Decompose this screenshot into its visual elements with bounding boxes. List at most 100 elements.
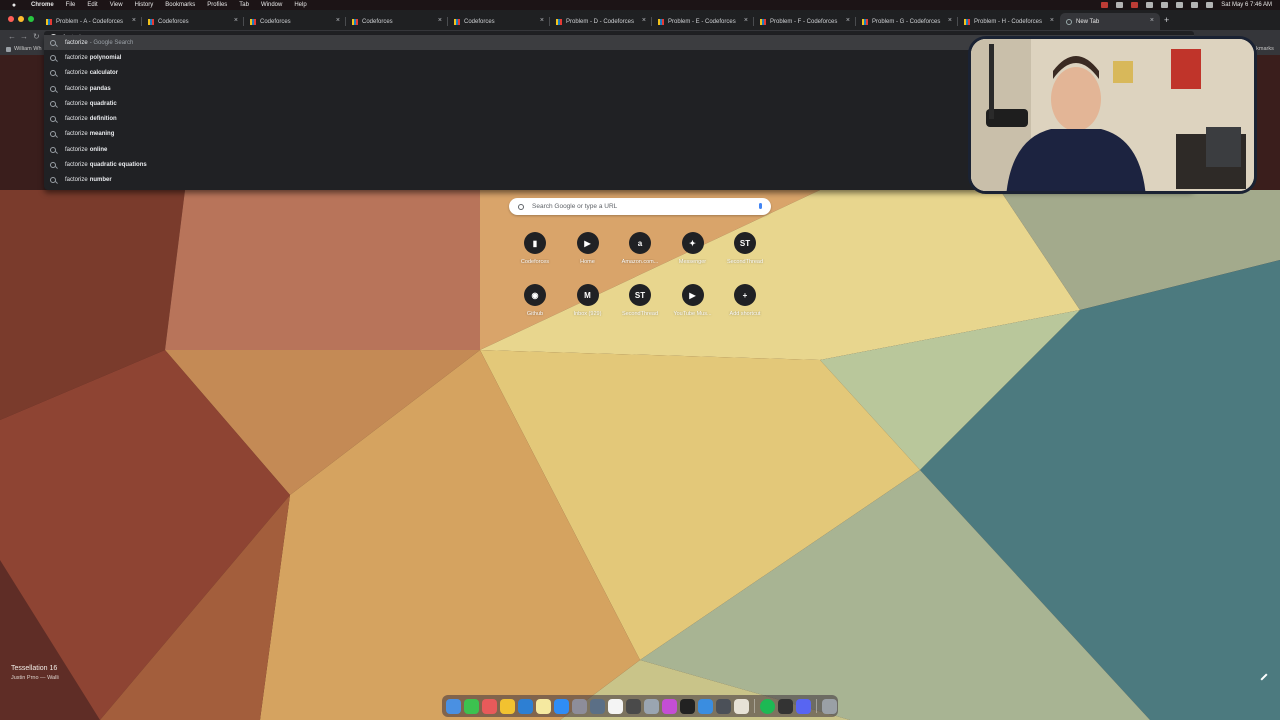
forward-arrow-icon[interactable]: → xyxy=(20,32,28,41)
tab-new-tab[interactable]: New Tab × xyxy=(1060,13,1160,30)
shortcut-tile[interactable]: a Amazon.com... xyxy=(614,232,666,265)
finder-icon[interactable] xyxy=(446,698,461,714)
control-center-icon[interactable] xyxy=(1206,2,1214,8)
suggestion-completion: quadratic equations xyxy=(89,162,147,169)
preview-icon[interactable] xyxy=(734,698,749,714)
ntp-search-placeholder: Search Google or type a URL xyxy=(532,203,618,210)
shortcut-tile[interactable]: M Inbox (929) xyxy=(562,284,614,317)
reload-icon[interactable]: ↻ xyxy=(33,32,40,41)
shortcut-tile[interactable]: ST SecondThread xyxy=(614,284,666,317)
close-tab-icon[interactable]: × xyxy=(1050,17,1054,24)
close-tab-icon[interactable]: × xyxy=(642,17,646,24)
menu-tab[interactable]: Tab xyxy=(239,2,249,8)
menu-edit[interactable]: Edit xyxy=(87,2,97,8)
close-tab-icon[interactable]: × xyxy=(234,17,238,24)
menu-view[interactable]: View xyxy=(110,2,123,8)
shortcut-icon: M xyxy=(576,284,599,306)
messages-icon[interactable] xyxy=(464,698,479,714)
tab-problem-e[interactable]: Problem - E - Codeforces × xyxy=(652,13,754,30)
shortcut-tile[interactable]: ◉ Github xyxy=(509,284,561,317)
shortcut-tile[interactable]: ✦ Messenger xyxy=(667,232,719,265)
zoom-window-button[interactable] xyxy=(28,16,34,22)
notes-icon[interactable] xyxy=(536,698,551,714)
calendar-icon[interactable] xyxy=(608,698,623,714)
close-window-button[interactable] xyxy=(8,16,14,22)
discord-icon[interactable] xyxy=(796,698,811,714)
bookmark-item[interactable]: William Wh xyxy=(6,46,42,52)
shortcut-tile[interactable]: ▶ YouTube Mus... xyxy=(667,284,719,317)
suggestion-completion: calculator xyxy=(89,70,119,77)
suggestion-prefix: factorize xyxy=(65,70,88,77)
tab-codeforces-4[interactable]: Codeforces × xyxy=(448,13,550,30)
terminal-icon[interactable] xyxy=(680,698,695,714)
shortcut-icon: ST xyxy=(734,232,756,254)
tab-problem-f[interactable]: Problem - F - Codeforces × xyxy=(754,13,856,30)
minimize-window-button[interactable] xyxy=(18,16,24,22)
tab-codeforces-3[interactable]: Codeforces × xyxy=(346,13,448,30)
close-tab-icon[interactable]: × xyxy=(744,17,748,24)
tab-strip: Problem - A - Codeforces × Codeforces × … xyxy=(0,10,1280,30)
close-tab-icon[interactable]: × xyxy=(540,17,544,24)
tab-problem-g[interactable]: Problem - G - Codeforces × xyxy=(856,13,958,30)
close-tab-icon[interactable]: × xyxy=(132,17,136,24)
ntp-search-box[interactable]: Search Google or type a URL xyxy=(509,198,771,215)
tab-title: Codeforces xyxy=(260,18,291,25)
wallpaper-author: Justin Prno — Walli xyxy=(11,675,59,681)
menu-help[interactable]: Help xyxy=(294,2,306,8)
docker-icon[interactable] xyxy=(698,698,713,714)
search-icon xyxy=(50,131,56,138)
system-settings-icon[interactable] xyxy=(590,698,605,714)
microphone-icon[interactable] xyxy=(759,203,762,209)
add-shortcut-button[interactable]: + Add shortcut xyxy=(719,284,771,317)
wifi-icon[interactable] xyxy=(1176,2,1184,8)
search-icon[interactable] xyxy=(1191,2,1199,8)
suggestion-prefix: factorize xyxy=(65,39,88,46)
obs-icon[interactable] xyxy=(644,698,659,714)
xcode-icon[interactable] xyxy=(778,698,793,714)
menu-bookmarks[interactable]: Bookmarks xyxy=(165,2,195,8)
close-tab-icon[interactable]: × xyxy=(336,17,340,24)
close-tab-icon[interactable]: × xyxy=(846,17,850,24)
menu-profiles[interactable]: Profiles xyxy=(207,2,227,8)
dropbox-icon[interactable] xyxy=(1116,2,1124,8)
spotify-icon[interactable] xyxy=(760,698,775,714)
vscode-icon[interactable] xyxy=(518,698,533,714)
shortcut-tile[interactable]: ▮ Codeforces xyxy=(509,232,561,265)
app-store-icon[interactable] xyxy=(554,698,569,714)
close-tab-icon[interactable]: × xyxy=(438,17,442,24)
menu-chrome[interactable]: Chrome xyxy=(31,2,54,8)
bluetooth-icon[interactable] xyxy=(1161,2,1169,8)
codeforces-icon xyxy=(352,18,358,25)
apple-icon[interactable]: ● xyxy=(9,2,19,9)
safari-icon[interactable] xyxy=(662,698,677,714)
search-icon xyxy=(518,203,524,210)
suggestion-completion: pandas xyxy=(89,85,111,92)
activity-monitor-icon[interactable] xyxy=(716,698,731,714)
menu-window[interactable]: Window xyxy=(261,2,282,8)
photo-booth-icon[interactable] xyxy=(482,698,497,714)
close-tab-icon[interactable]: × xyxy=(948,17,952,24)
chrome-icon[interactable] xyxy=(500,698,515,714)
menu-history[interactable]: History xyxy=(135,2,154,8)
new-tab-plus-icon[interactable]: + xyxy=(1164,15,1169,25)
back-arrow-icon[interactable]: ← xyxy=(8,32,16,41)
tab-problem-d[interactable]: Problem - D - Codeforces × xyxy=(550,13,652,30)
shortcut-tile[interactable]: ▶ Home xyxy=(562,232,614,265)
final-cut-icon[interactable] xyxy=(626,698,641,714)
codeforces-icon xyxy=(556,18,562,25)
battery-icon[interactable] xyxy=(1146,2,1154,8)
trash-icon[interactable] xyxy=(822,698,837,714)
tab-problem-h[interactable]: Problem - H - Codeforces × xyxy=(958,13,1060,30)
keyboard-icon[interactable] xyxy=(572,698,587,714)
notification-icon[interactable] xyxy=(1131,2,1139,8)
close-tab-icon[interactable]: × xyxy=(1150,17,1154,24)
menu-file[interactable]: File xyxy=(66,2,76,8)
tab-problem-a[interactable]: Problem - A - Codeforces × xyxy=(40,13,142,30)
shortcut-tile[interactable]: ST SecondThread xyxy=(719,232,771,265)
shortcut-label: SecondThread xyxy=(621,311,659,317)
tab-codeforces-2[interactable]: Codeforces × xyxy=(244,13,346,30)
suggestion-prefix: factorize xyxy=(65,100,88,107)
menu-bar-clock[interactable]: Sat May 6 7:46 AM xyxy=(1221,2,1272,8)
tab-codeforces-1[interactable]: Codeforces × xyxy=(142,13,244,30)
record-icon[interactable] xyxy=(1101,2,1109,8)
